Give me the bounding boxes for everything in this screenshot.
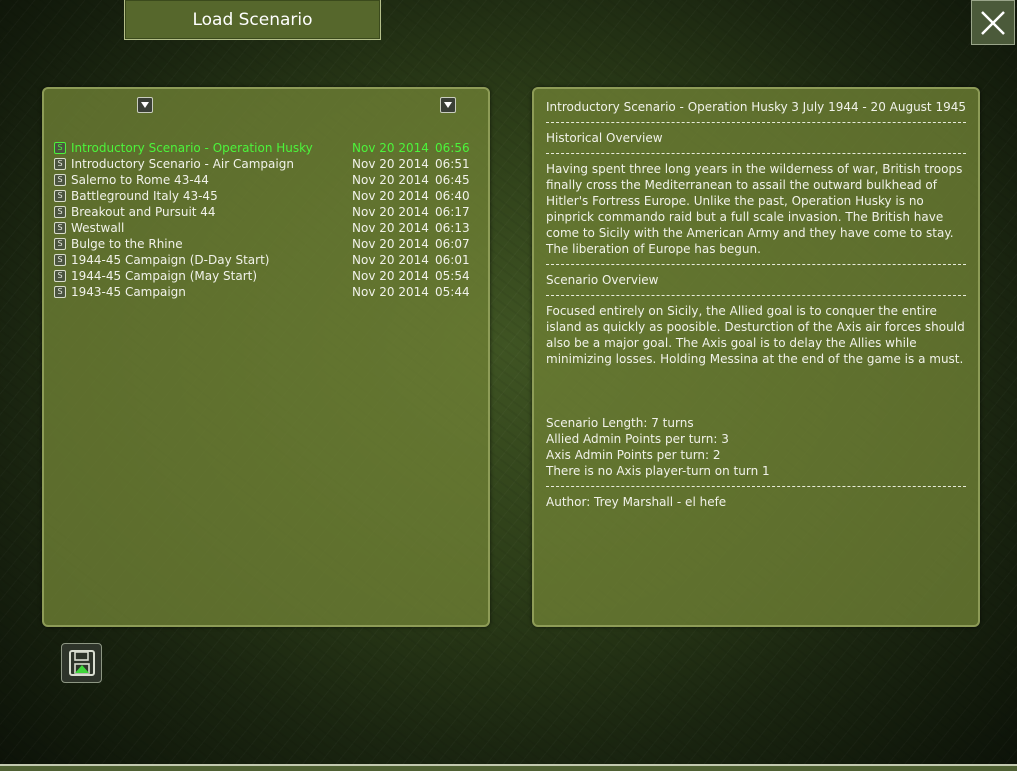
divider — [546, 153, 966, 154]
scenario-name: Introductory Scenario - Air Campaign — [71, 157, 294, 171]
scenario-time: 06:07 — [435, 237, 470, 251]
scenario-list: S Introductory Scenario - Operation Husky… — [54, 140, 472, 300]
scenario-file-icon: S — [54, 142, 66, 154]
scenario-time: 06:13 — [435, 221, 470, 235]
scenario-dates: 3 July 1944 - 20 August 1945 — [791, 100, 966, 114]
scenario-list-panel: S Introductory Scenario - Operation Husky… — [42, 87, 490, 627]
page-title: Load Scenario — [124, 0, 381, 40]
scenario-date: Nov 20 2014 — [352, 205, 429, 219]
scenario-file-icon: S — [54, 174, 66, 186]
scenario-date: Nov 20 2014 — [352, 253, 429, 267]
scenario-name: Introductory Scenario - Operation Husky — [71, 141, 313, 155]
scenario-name: Battleground Italy 43-45 — [71, 189, 218, 203]
scenario-row[interactable]: S 1943-45 Campaign Nov 20 2014 05:44 — [54, 284, 472, 300]
scenario-row[interactable]: S Breakout and Pursuit 44 Nov 20 2014 06:17 — [54, 204, 472, 220]
page-title-text: Load Scenario — [192, 9, 313, 30]
detail-header: Introductory Scenario - Operation Husky … — [546, 99, 966, 115]
scenario-date: Nov 20 2014 — [352, 285, 429, 299]
divider — [546, 122, 966, 123]
scenario-name: 1944-45 Campaign (May Start) — [71, 269, 258, 283]
scenario-length: Scenario Length: 7 turns — [546, 416, 694, 430]
bottom-border — [0, 764, 1017, 771]
scenario-file-icon: S — [54, 190, 66, 202]
scenario-name: Salerno to Rome 43-44 — [71, 173, 209, 187]
scenario-file-icon: S — [54, 286, 66, 298]
scenario-file-icon: S — [54, 206, 66, 218]
scenario-detail-panel: Introductory Scenario - Operation Husky … — [532, 87, 980, 627]
scenario-name: 1944-45 Campaign (D-Day Start) — [71, 253, 270, 267]
close-button[interactable] — [971, 0, 1015, 45]
scenario-name: Breakout and Pursuit 44 — [71, 205, 216, 219]
scenario-row[interactable]: S Introductory Scenario - Air Campaign Nov… — [54, 156, 472, 172]
sort-down-icon — [444, 102, 452, 108]
scenario-file-icon: S — [54, 158, 66, 170]
scenario-name: 1943-45 Campaign — [71, 285, 186, 299]
scenario-row[interactable]: S Bulge to the Rhine Nov 20 2014 06:07 — [54, 236, 472, 252]
scenario-time: 05:44 — [435, 285, 470, 299]
historical-overview-text: Having spent three long years in the wil… — [546, 162, 963, 256]
scenario-row[interactable]: S Salerno to Rome 43-44 Nov 20 2014 06:45 — [54, 172, 472, 188]
scenario-name: Westwall — [71, 221, 125, 235]
scenario-file-icon: S — [54, 238, 66, 250]
scenario-file-icon: S — [54, 222, 66, 234]
scenario-author: Author: Trey Marshall - el hefe — [546, 495, 727, 509]
scenario-row[interactable]: S Introductory Scenario - Operation Husky… — [54, 140, 472, 156]
scenario-overview-heading: Scenario Overview — [546, 273, 659, 287]
sort-by-date-button[interactable] — [440, 97, 456, 113]
load-save-button[interactable] — [61, 643, 102, 683]
scenario-time: 06:45 — [435, 173, 470, 187]
scenario-date: Nov 20 2014 — [352, 173, 429, 187]
divider — [546, 486, 966, 487]
scenario-row[interactable]: S 1944-45 Campaign (D-Day Start) Nov 20 20… — [54, 252, 472, 268]
scenario-row[interactable]: S Battleground Italy 43-45 Nov 20 2014 06:4… — [54, 188, 472, 204]
scenario-time: 06:56 — [435, 141, 470, 155]
scenario-file-icon: S — [54, 254, 66, 266]
divider — [546, 295, 966, 296]
scenario-row[interactable]: S 1944-45 Campaign (May Start) Nov 20 2014… — [54, 268, 472, 284]
allied-admin-points: Allied Admin Points per turn: 3 — [546, 432, 729, 446]
scenario-file-icon: S — [54, 270, 66, 282]
scenario-time: 06:40 — [435, 189, 470, 203]
scenario-time: 06:17 — [435, 205, 470, 219]
scenario-date: Nov 20 2014 — [352, 189, 429, 203]
scenario-date: Nov 20 2014 — [352, 141, 429, 155]
divider — [546, 264, 966, 265]
historical-overview-heading: Historical Overview — [546, 131, 663, 145]
scenario-date: Nov 20 2014 — [352, 221, 429, 235]
axis-admin-points: Axis Admin Points per turn: 2 — [546, 448, 721, 462]
scenario-row[interactable]: S Westwall Nov 20 2014 06:13 — [54, 220, 472, 236]
scenario-time: 05:54 — [435, 269, 470, 283]
scenario-time: 06:51 — [435, 157, 470, 171]
close-icon — [981, 10, 1005, 35]
scenario-name: Bulge to the Rhine — [71, 237, 183, 251]
scenario-date: Nov 20 2014 — [352, 157, 429, 171]
scenario-date: Nov 20 2014 — [352, 237, 429, 251]
floppy-disk-icon — [68, 650, 95, 676]
sort-down-icon — [141, 102, 149, 108]
scenario-overview-text: Focused entirely on Sicily, the Allied g… — [546, 304, 965, 366]
scenario-date: Nov 20 2014 — [352, 269, 429, 283]
scenario-title: Introductory Scenario - Operation Husky — [546, 100, 788, 114]
scenario-time: 06:01 — [435, 253, 470, 267]
sort-by-name-button[interactable] — [137, 97, 153, 113]
axis-turn-note: There is no Axis player-turn on turn 1 — [546, 464, 770, 478]
